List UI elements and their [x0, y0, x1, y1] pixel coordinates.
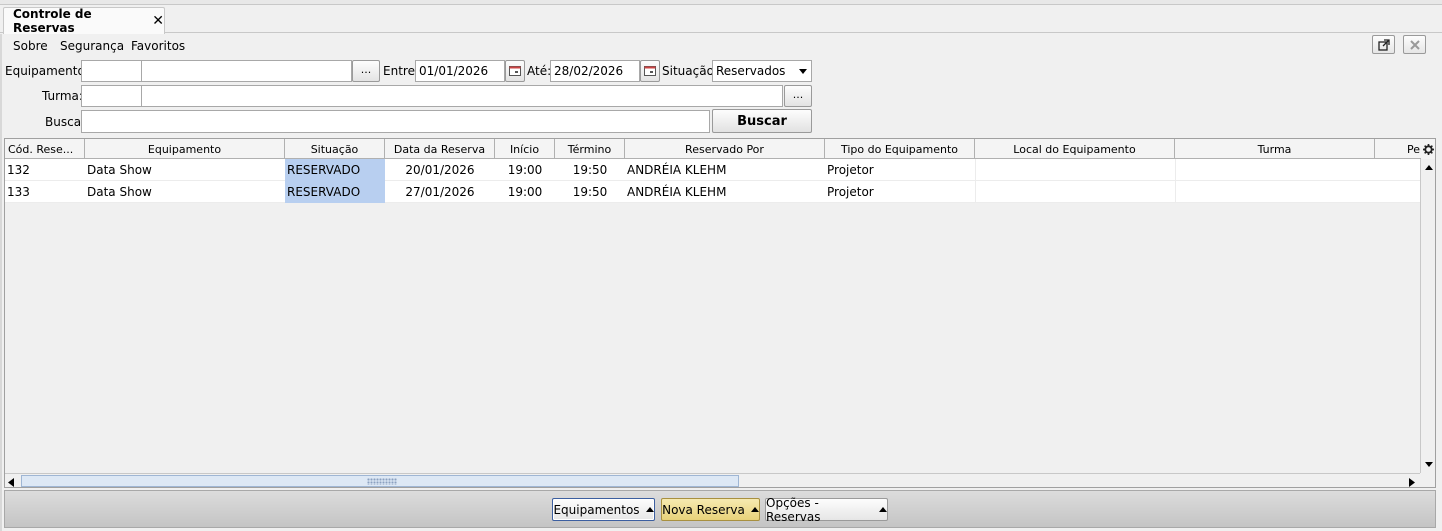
column-header-inicio[interactable]: Início	[495, 139, 555, 159]
busca-input[interactable]	[81, 110, 710, 133]
cell-codigo: 133	[7, 185, 30, 199]
column-header-pe[interactable]: Pe	[1375, 139, 1421, 159]
column-header-codigo[interactable]: Cód. Rese...	[5, 139, 85, 159]
entre-label: Entre:	[383, 64, 419, 78]
ate-calendar-button[interactable]	[640, 60, 660, 82]
tab-close-icon[interactable]: ✕	[152, 13, 164, 29]
cell-local-equipamento	[975, 181, 1175, 203]
column-settings-button[interactable]	[1421, 139, 1435, 159]
table-row[interactable]: 133 Data Show RESERVADO 27/01/2026 19:00…	[5, 181, 1421, 203]
cell-data-reserva: 20/01/2026	[405, 163, 475, 177]
cell-situacao: RESERVADO	[285, 181, 385, 203]
situacao-select[interactable]: Reservados	[712, 60, 812, 82]
menu-favoritos[interactable]: Favoritos	[131, 39, 185, 53]
column-header-termino[interactable]: Término	[555, 139, 625, 159]
cell-equipamento: Data Show	[87, 185, 152, 199]
column-header-local-equipamento[interactable]: Local do Equipamento	[975, 139, 1175, 159]
menu-seguranca[interactable]: Segurança	[60, 39, 124, 53]
vertical-scrollbar[interactable]	[1420, 159, 1435, 473]
cell-reservado-por: ANDRÉIA KLEHM	[627, 163, 727, 177]
horizontal-scroll-thumb[interactable]	[21, 475, 739, 487]
horizontal-scrollbar[interactable]	[5, 473, 1420, 487]
chevron-down-icon	[799, 69, 807, 74]
menu-bar: Sobre Segurança Favoritos	[0, 34, 1442, 58]
equipamento-code-input[interactable]	[81, 60, 142, 82]
cell-tipo-equipamento: Projetor	[827, 185, 874, 199]
cell-tipo-equipamento: Projetor	[827, 163, 874, 177]
opcoes-reservas-label: Opções - Reservas	[766, 495, 821, 524]
scroll-left-icon[interactable]	[8, 476, 14, 487]
cell-inicio: 19:00	[507, 185, 543, 199]
cell-reservado-por: ANDRÉIA KLEHM	[627, 185, 727, 199]
cell-inicio: 19:00	[507, 163, 543, 177]
situacao-selected-value: Reservados	[716, 64, 786, 78]
entre-calendar-button[interactable]	[505, 60, 525, 82]
turma-label: Turma:	[42, 89, 83, 103]
cell-turma	[1175, 159, 1375, 181]
opcoes-reservas-button[interactable]: Opções - Reservas	[765, 495, 888, 524]
scroll-down-icon[interactable]	[1422, 457, 1435, 471]
ate-date-input[interactable]: 28/02/2026	[550, 60, 640, 82]
popout-icon	[1377, 38, 1390, 51]
scroll-grip	[367, 478, 397, 485]
turma-lookup-button[interactable]: ...	[784, 85, 812, 107]
equipamento-lookup-button[interactable]: ...	[352, 60, 380, 82]
gear-icon	[1422, 143, 1434, 155]
nova-reserva-button[interactable]: Nova Reserva	[661, 498, 760, 521]
popout-button[interactable]	[1372, 35, 1395, 54]
close-window-button[interactable]	[1403, 35, 1426, 54]
scroll-up-icon[interactable]	[1422, 160, 1435, 174]
ate-label: Até:	[527, 64, 552, 78]
column-header-data-reserva[interactable]: Data da Reserva	[385, 139, 495, 159]
cell-local-equipamento	[975, 159, 1175, 181]
cell-codigo: 132	[7, 163, 30, 177]
entre-date-input[interactable]: 01/01/2026	[415, 60, 505, 82]
chevron-up-icon	[750, 507, 759, 512]
equipamento-label: Equipamento:	[5, 64, 89, 78]
turma-code-input[interactable]	[81, 85, 142, 107]
column-header-equipamento[interactable]: Equipamento	[85, 139, 285, 159]
busca-label: Busca:	[45, 115, 86, 129]
tab-controle-de-reservas[interactable]: Controle de Reservas ✕	[3, 7, 165, 35]
column-header-tipo-equipamento[interactable]: Tipo do Equipamento	[825, 139, 975, 159]
column-header-situacao[interactable]: Situação	[285, 139, 385, 159]
equipamentos-button[interactable]: Equipamentos	[552, 498, 655, 521]
cell-data-reserva: 27/01/2026	[405, 185, 475, 199]
tab-title: Controle de Reservas	[13, 7, 92, 35]
chevron-up-icon	[879, 507, 887, 512]
close-window-icon	[1409, 39, 1420, 50]
equipamentos-label: Equipamentos	[553, 502, 640, 517]
equipamento-name-input[interactable]	[141, 60, 352, 82]
cell-termino: 19:50	[572, 163, 608, 177]
cell-turma	[1175, 181, 1375, 203]
chevron-up-icon	[645, 507, 654, 512]
turma-name-input[interactable]	[141, 85, 783, 107]
reservations-table: Cód. Rese... Equipamento Situação Data d…	[4, 138, 1436, 488]
calendar-icon	[509, 66, 521, 76]
cell-equipamento: Data Show	[87, 163, 152, 177]
nova-reserva-label: Nova Reserva	[662, 502, 745, 517]
table-header: Cód. Rese... Equipamento Situação Data d…	[5, 139, 1435, 159]
column-header-turma[interactable]: Turma	[1175, 139, 1375, 159]
menu-sobre[interactable]: Sobre	[13, 39, 48, 53]
table-row[interactable]: 132 Data Show RESERVADO 20/01/2026 19:00…	[5, 159, 1421, 181]
column-header-reservado-por[interactable]: Reservado Por	[625, 139, 825, 159]
window-left-edge	[0, 34, 2, 531]
calendar-icon	[644, 66, 656, 76]
scroll-right-icon[interactable]	[1409, 476, 1415, 487]
cell-situacao: RESERVADO	[285, 159, 385, 181]
bottom-action-bar: Equipamentos Nova Reserva Opções - Reser…	[4, 490, 1436, 528]
cell-termino: 19:50	[572, 185, 608, 199]
tab-bar: Controle de Reservas ✕	[0, 5, 1442, 35]
situacao-label: Situação:	[662, 64, 718, 78]
buscar-button[interactable]: Buscar	[712, 109, 812, 133]
